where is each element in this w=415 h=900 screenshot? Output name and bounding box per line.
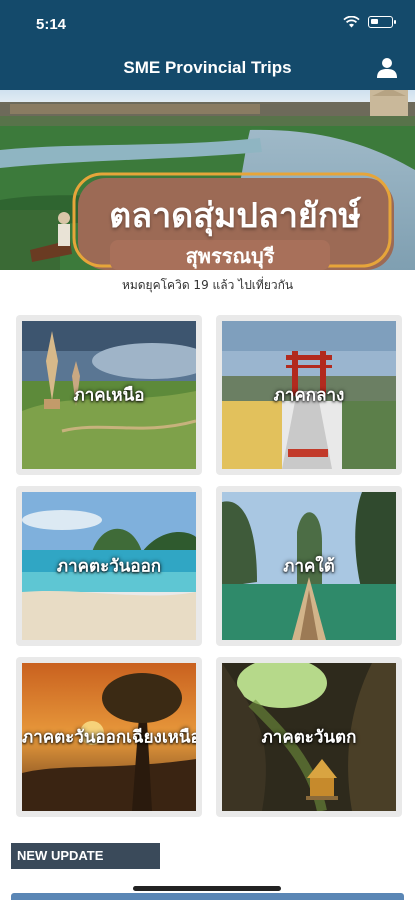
region-card-west[interactable]: ภาคตะวันตก <box>216 657 402 817</box>
new-update-header: NEW UPDATE <box>11 843 160 869</box>
region-card-east[interactable]: ภาคตะวันออก <box>16 486 202 646</box>
app-title: SME Provincial Trips <box>123 58 292 77</box>
tagline: หมดยุคโควิด 19 แล้ว ไปเที่ยวกัน <box>121 278 294 292</box>
region-label-west: ภาคตะวันตก <box>261 727 357 748</box>
battery-icon <box>368 16 396 28</box>
region-image-west: ภาคตะวันตก <box>222 663 396 811</box>
region-card-south[interactable]: ภาคใต้ <box>216 486 402 646</box>
home-indicator[interactable] <box>133 886 281 891</box>
hero-banner[interactable]: ตลาดสุ่มปลายักษ์ สุพรรณบุรี <box>0 90 415 270</box>
update-list-preview[interactable] <box>11 893 404 900</box>
banner-subtitle: สุพรรณบุรี <box>185 244 275 268</box>
region-label-northeast: ภาคตะวันออกเฉียงเหนือ <box>22 727 196 748</box>
region-image-south: ภาคใต้ <box>222 492 396 640</box>
region-image-east: ภาคตะวันออก <box>22 492 196 640</box>
status-bar: 5:14 <box>0 0 415 50</box>
region-card-north[interactable]: ภาคเหนือ <box>16 315 202 475</box>
region-image-north: ภาคเหนือ <box>22 321 196 469</box>
person-icon[interactable] <box>375 56 399 80</box>
region-label-south: ภาคใต้ <box>283 556 335 577</box>
nav-bar: SME Provincial Trips <box>0 50 415 90</box>
region-card-northeast[interactable]: ภาคตะวันออกเฉียงเหนือ <box>16 657 202 817</box>
region-label-north: ภาคเหนือ <box>73 385 145 406</box>
region-card-central[interactable]: ภาคกลาง <box>216 315 402 475</box>
region-image-central: ภาคกลาง <box>222 321 396 469</box>
status-icons <box>343 16 396 28</box>
wifi-icon <box>343 16 360 28</box>
region-image-northeast: ภาคตะวันออกเฉียงเหนือ <box>22 663 196 811</box>
region-label-central: ภาคกลาง <box>273 385 345 406</box>
status-time: 5:14 <box>36 16 67 33</box>
region-label-east: ภาคตะวันออก <box>56 556 162 577</box>
banner-title: ตลาดสุ่มปลายักษ์ <box>109 196 361 236</box>
